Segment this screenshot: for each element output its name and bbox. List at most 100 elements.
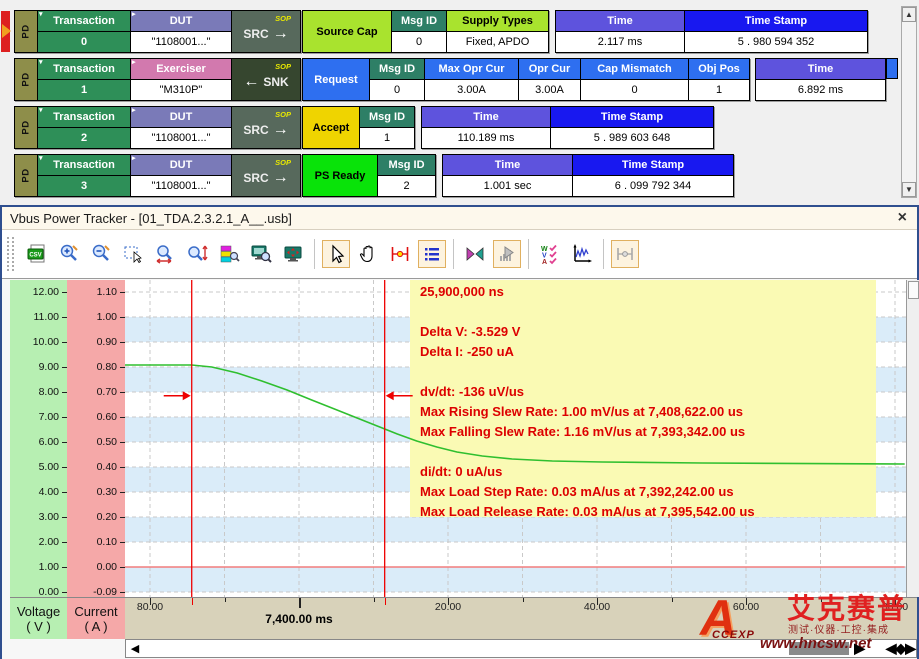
column-value: 3.00A	[519, 80, 580, 100]
bus-type-label: PD	[20, 24, 31, 38]
zoom-vertical-button[interactable]	[183, 240, 211, 268]
dropdown-triangle-icon: ▸	[132, 10, 136, 18]
x-axis-major-label: 7,400.00 ms	[234, 612, 364, 626]
scroll-pager-buttons[interactable]: ◀◆▶	[886, 640, 915, 657]
scroll-down-button[interactable]: ▼	[902, 182, 916, 197]
x-tick	[299, 598, 301, 608]
source-value: "1108001..."	[131, 176, 231, 196]
packet-group[interactable]: Source Cap Msg ID0 Supply TypesFixed, AP…	[302, 10, 549, 53]
dropdown-triangle-icon: ▸	[132, 58, 136, 66]
x-axis-label: 40.00	[567, 601, 627, 613]
toolbar-separator	[528, 239, 529, 269]
bus-type-cell: PD	[15, 59, 37, 100]
chart-playback-button[interactable]	[493, 240, 521, 268]
bus-type-cell: PD	[15, 107, 37, 148]
time-header: Time	[443, 155, 572, 175]
direction-arrow-icon: →	[273, 25, 289, 43]
time-group[interactable]: Time110.189 ms Time Stamp5 . 989 603 648	[421, 106, 714, 149]
source-header: ▸Exerciser	[131, 59, 231, 79]
time-axis: 80.007,400.00 ms20.0040.0060.0080.00	[125, 597, 917, 639]
list-view-button[interactable]	[418, 240, 446, 268]
column-value: 1	[689, 80, 749, 100]
waveform-chart-button[interactable]	[568, 240, 596, 268]
transaction-header-group[interactable]: PD ▾Transaction 1 ▸Exerciser "M310P" SOP…	[14, 58, 301, 101]
x-tick	[672, 598, 673, 602]
color-settings-button[interactable]	[215, 240, 243, 268]
close-icon[interactable]: ×	[898, 209, 907, 227]
pointer-tool-button[interactable]	[322, 240, 350, 268]
dropdown-triangle-icon: ▸	[132, 106, 136, 114]
transaction-header-group[interactable]: PD ▾Transaction 0 ▸DUT "1108001..." SOP …	[14, 10, 301, 53]
annotation-line: Max Rising Slew Rate: 1.00 mV/us at 7,40…	[410, 402, 876, 422]
fit-to-screen-button[interactable]	[279, 240, 307, 268]
plot-vertical-scrollbar[interactable]	[906, 280, 919, 597]
packet-group[interactable]: Accept Msg ID1	[302, 106, 415, 149]
column-value: 0	[581, 80, 688, 100]
dropdown-triangle-icon: ▾	[39, 106, 43, 114]
axis-tick-label: 0.60	[97, 411, 117, 423]
time-scroll-thumb[interactable]	[789, 642, 849, 655]
direction-label: SNK	[263, 75, 288, 89]
packet-group[interactable]: PS Ready Msg ID2	[302, 154, 436, 197]
chart-plot[interactable]: 25,900,000 ns Delta V: -3.529 VDelta I: …	[125, 280, 906, 597]
source-value: "1108001..."	[131, 32, 231, 52]
scroll-left-button[interactable]: ◀	[127, 641, 143, 656]
time-group[interactable]: Time6.892 ms	[755, 58, 886, 101]
cursor-measure-button[interactable]	[386, 240, 414, 268]
source-value: "1108001..."	[131, 128, 231, 148]
x-axis-label: 20.00	[418, 601, 478, 613]
voltage-axis-title: Voltage ( V )	[10, 597, 67, 639]
column-header: Cap Mismatch	[581, 59, 688, 79]
message-type-cell: PS Ready	[303, 155, 377, 196]
column-value: 1	[360, 128, 414, 148]
time-group[interactable]: Time2.117 ms Time Stamp5 . 980 594 352	[555, 10, 868, 53]
transaction-header: ▾Transaction	[38, 107, 130, 127]
time-value: 1.001 sec	[443, 176, 572, 196]
scroll-right-button[interactable]: ▶	[854, 640, 865, 657]
verify-checks-button[interactable]: WVA	[536, 240, 564, 268]
sop-direction-cell: SOP SRC→	[232, 155, 300, 196]
zoom-out-button[interactable]	[87, 240, 115, 268]
transaction-header-group[interactable]: PD ▾Transaction 3 ▸DUT "1108001..." SOP …	[14, 154, 301, 197]
direction-arrow-icon: →	[273, 169, 289, 187]
dropdown-triangle-icon: ▸	[132, 154, 136, 162]
toolbar-separator	[603, 239, 604, 269]
column-header: Msg ID	[378, 155, 435, 175]
axis-tick-label: 3.00	[39, 511, 59, 523]
axis-tick-label: 0.70	[97, 386, 117, 398]
pan-tool-button[interactable]	[354, 240, 382, 268]
timestamp-value: 5 . 989 603 648	[551, 128, 713, 148]
plot-vertical-scroll-thumb[interactable]	[908, 281, 919, 299]
time-scrollbar[interactable]: ◀	[125, 639, 917, 658]
annotation-line: Delta V: -3.529 V	[410, 322, 876, 342]
direction-label: SRC	[243, 171, 268, 185]
time-value: 6.892 ms	[756, 80, 885, 100]
annotation-line: 25,900,000 ns	[410, 282, 876, 302]
scroll-up-button[interactable]: ▲	[902, 7, 916, 22]
clipped-timestamp-column	[886, 58, 898, 79]
zoom-selection-button[interactable]	[119, 240, 147, 268]
axis-tick-label: 0.90	[97, 336, 117, 348]
toolbar-separator	[314, 239, 315, 269]
x-tick	[821, 598, 822, 602]
zoom-horizontal-button[interactable]	[151, 240, 179, 268]
dropdown-triangle-icon: ▾	[39, 10, 43, 18]
time-group[interactable]: Time1.001 sec Time Stamp6 . 099 792 344	[442, 154, 734, 197]
toolbar-grip-handle[interactable]	[7, 237, 14, 271]
packet-group[interactable]: Request Msg ID0 Max Opr Cur3.00A Opr Cur…	[302, 58, 750, 101]
screen-capture-button[interactable]	[247, 240, 275, 268]
measure-tool-button[interactable]	[611, 240, 639, 268]
x-axis-label: 80.00	[120, 601, 180, 613]
message-type-cell: Accept	[303, 107, 359, 148]
axis-tick-label: 7.00	[39, 411, 59, 423]
window-titlebar[interactable]: Vbus Power Tracker - [01_TDA.2.3.2.1_A__…	[2, 207, 917, 230]
zoom-in-button[interactable]	[55, 240, 83, 268]
compare-view-button[interactable]	[461, 240, 489, 268]
column-header: Msg ID	[370, 59, 424, 79]
direction-arrow-icon: ←	[243, 73, 259, 91]
current-axis-title: Current ( A )	[67, 597, 125, 639]
export-csv-button[interactable]: CSV	[23, 240, 51, 268]
transaction-header-group[interactable]: PD ▾Transaction 2 ▸DUT "1108001..." SOP …	[14, 106, 301, 149]
transaction-scrollbar[interactable]: ▲ ▼	[901, 6, 917, 198]
time-header: Time	[556, 11, 684, 31]
